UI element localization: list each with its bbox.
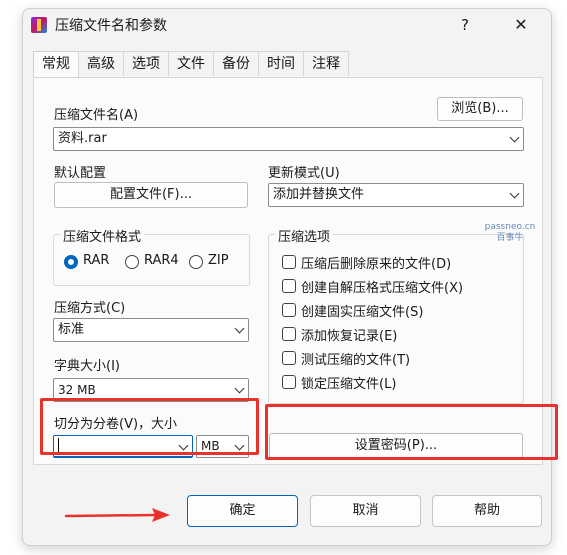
method-select[interactable]: 标准 bbox=[53, 318, 249, 342]
test-files-checkbox[interactable] bbox=[282, 351, 296, 365]
lock-archive-label[interactable]: 锁定压缩文件(L) bbox=[301, 373, 396, 392]
format-zip-radio[interactable] bbox=[189, 255, 203, 269]
watermark-line2: 百事牛 bbox=[496, 233, 524, 243]
recovery-record-label[interactable]: 添加恢复记录(E) bbox=[301, 325, 397, 344]
browse-button[interactable]: 浏览(B)... bbox=[437, 97, 523, 121]
winrar-app-icon bbox=[31, 17, 47, 33]
profiles-button[interactable]: 配置文件(F)... bbox=[54, 182, 248, 208]
tab-files[interactable]: 文件 bbox=[168, 51, 214, 76]
sfx-checkbox[interactable] bbox=[282, 279, 296, 293]
chevron-down-icon[interactable] bbox=[509, 132, 520, 143]
watermark-line1: passneo.cn bbox=[484, 222, 536, 232]
help-button[interactable]: 帮助 bbox=[432, 495, 542, 527]
chevron-down-icon[interactable] bbox=[509, 188, 520, 199]
format-group-label: 压缩文件格式 bbox=[60, 226, 145, 245]
dict-size-value: 32 MB bbox=[58, 383, 96, 397]
delete-after-label[interactable]: 压缩后删除原来的文件(D) bbox=[301, 253, 451, 272]
window-title: 压缩文件名和参数 bbox=[55, 18, 167, 34]
tab-general[interactable]: 常规 bbox=[33, 51, 79, 78]
default-profile-label: 默认配置 bbox=[54, 166, 107, 181]
test-files-label[interactable]: 测试压缩的文件(T) bbox=[301, 349, 410, 368]
ok-button[interactable]: 确定 bbox=[187, 495, 298, 527]
watermark: passneo.cn 百事牛 bbox=[479, 222, 541, 244]
solid-label[interactable]: 创建固实压缩文件(S) bbox=[301, 301, 423, 320]
chevron-down-icon[interactable] bbox=[234, 323, 245, 334]
recovery-record-checkbox[interactable] bbox=[282, 327, 296, 341]
lock-archive-checkbox[interactable] bbox=[282, 375, 296, 389]
sfx-label[interactable]: 创建自解压格式压缩文件(X) bbox=[301, 277, 463, 296]
method-label: 压缩方式(C) bbox=[54, 301, 126, 316]
dict-size-label: 字典大小(I) bbox=[54, 359, 120, 374]
title-bar: 压缩文件名和参数 ? ✕ bbox=[23, 9, 551, 41]
tab-bar: 常规 高级 选项 文件 备份 时间 注释 bbox=[33, 51, 349, 78]
format-rar-label[interactable]: RAR bbox=[83, 253, 109, 268]
format-rar4-radio[interactable] bbox=[125, 255, 139, 269]
archive-name-value: 资料.rar bbox=[58, 131, 107, 146]
cancel-button[interactable]: 取消 bbox=[310, 495, 421, 527]
format-rar4-label[interactable]: RAR4 bbox=[144, 253, 179, 268]
chevron-down-icon[interactable] bbox=[234, 383, 245, 394]
tab-comment[interactable]: 注释 bbox=[303, 51, 349, 76]
format-rar-radio[interactable] bbox=[64, 255, 78, 269]
tab-backup[interactable]: 备份 bbox=[213, 51, 259, 76]
tab-advanced[interactable]: 高级 bbox=[78, 51, 124, 76]
annotation-arrow-icon bbox=[64, 508, 170, 522]
archive-name-field[interactable]: 资料.rar bbox=[53, 127, 524, 151]
annotation-box-split bbox=[40, 398, 259, 455]
close-icon[interactable]: ✕ bbox=[509, 13, 533, 37]
format-zip-label[interactable]: ZIP bbox=[208, 253, 229, 268]
archive-dialog: 压缩文件名和参数 ? ✕ 常规 高级 选项 文件 备份 时间 注释 压缩文件名(… bbox=[22, 8, 552, 546]
tab-time[interactable]: 时间 bbox=[258, 51, 304, 76]
update-mode-value: 添加并替换文件 bbox=[273, 187, 365, 202]
help-question-icon[interactable]: ? bbox=[453, 13, 477, 37]
update-mode-select[interactable]: 添加并替换文件 bbox=[268, 183, 524, 207]
solid-checkbox[interactable] bbox=[282, 303, 296, 317]
tab-options[interactable]: 选项 bbox=[123, 51, 169, 76]
annotation-box-password bbox=[265, 404, 558, 460]
archive-name-label: 压缩文件名(A) bbox=[54, 108, 139, 123]
options-group-label: 压缩选项 bbox=[275, 226, 334, 245]
delete-after-checkbox[interactable] bbox=[282, 255, 296, 269]
method-value: 标准 bbox=[58, 322, 85, 337]
update-mode-label: 更新模式(U) bbox=[268, 166, 340, 181]
